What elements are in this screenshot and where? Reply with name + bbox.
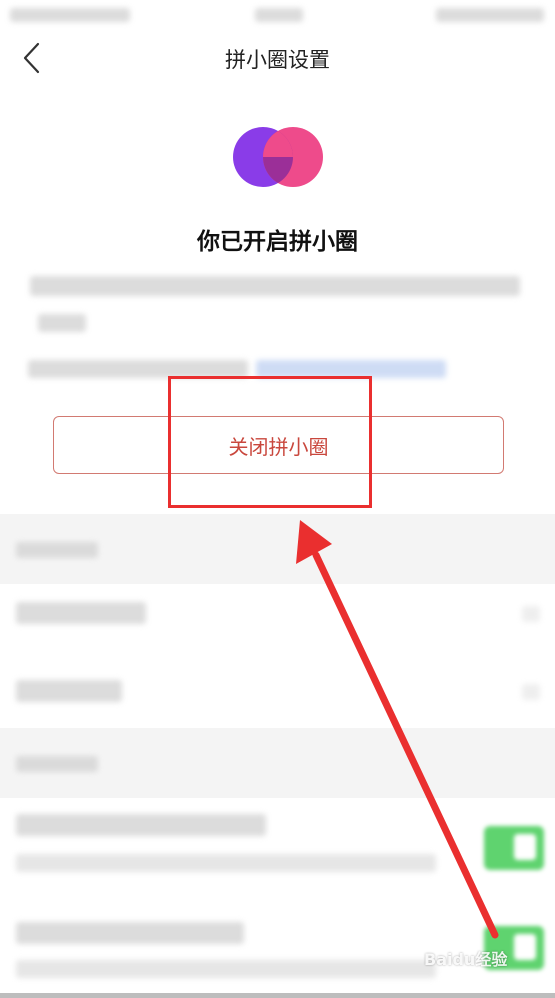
list-item-desc-blur (16, 854, 436, 872)
nav-bar: 拼小圈设置 (0, 30, 555, 88)
list-item[interactable] (0, 584, 555, 646)
list-item[interactable] (0, 660, 555, 722)
section-header (0, 728, 555, 798)
annotation-highlight-box (168, 376, 372, 508)
section-header-label-blur (16, 756, 98, 772)
baidu-watermark: Baidu经验 (424, 950, 508, 969)
page-title: 拼小圈设置 (225, 48, 330, 72)
pinxiaoquan-logo-icon (233, 127, 323, 187)
status-center-blur (255, 8, 303, 22)
toggle-switch[interactable] (484, 826, 544, 870)
status-bar (0, 0, 555, 30)
status-headline: 你已开启拼小圈 (197, 229, 358, 255)
description-line-blur (30, 276, 520, 296)
status-time-blur (10, 8, 130, 22)
list-item-desc-blur (16, 960, 436, 978)
bottom-edge (0, 993, 555, 998)
status-icons-blur (436, 8, 544, 22)
section-header-label-blur (16, 542, 98, 558)
description-line-blur (38, 314, 86, 332)
chevron-right-icon (522, 684, 540, 700)
chevron-right-icon (522, 606, 540, 622)
list-item-label-blur (16, 922, 244, 944)
list-item-label-blur (16, 680, 122, 702)
list-item-label-blur (16, 814, 266, 836)
section-header (0, 514, 555, 584)
list-item (0, 798, 555, 898)
list-item-label-blur (16, 602, 146, 624)
